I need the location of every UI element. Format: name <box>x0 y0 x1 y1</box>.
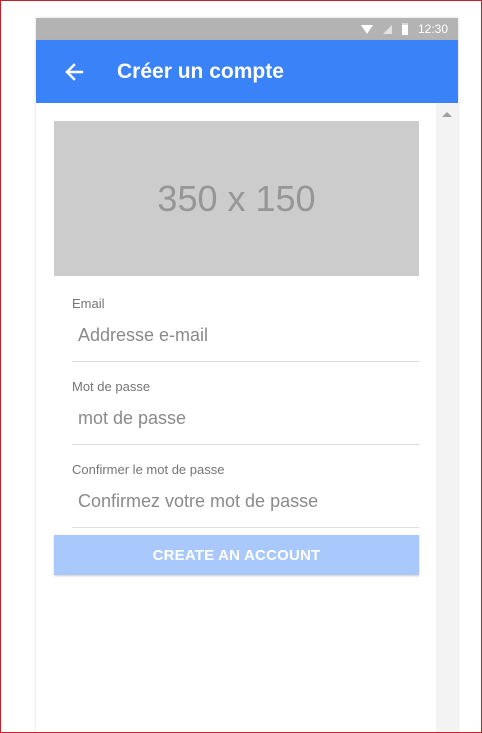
battery-icon <box>401 23 408 35</box>
arrow-left-icon <box>65 62 84 81</box>
app-bar: Créer un compte <box>36 40 458 103</box>
create-account-button[interactable]: CREATE AN ACCOUNT <box>54 535 419 575</box>
back-button[interactable] <box>56 54 92 90</box>
scrollbar[interactable] <box>436 103 458 733</box>
email-label: Email <box>72 296 105 311</box>
email-field-group: Email <box>72 296 419 362</box>
email-field[interactable] <box>72 325 419 362</box>
wifi-icon <box>360 24 373 34</box>
signal-icon <box>382 24 392 34</box>
image-placeholder-text: 350 x 150 <box>157 177 316 219</box>
scroll-up-icon[interactable] <box>442 112 452 117</box>
password-field[interactable] <box>72 408 419 445</box>
confirm-password-label: Confirmer le mot de passe <box>72 462 225 477</box>
image-placeholder: 350 x 150 <box>54 121 419 276</box>
phone-screen: 12:30 Créer un compte 350 x 150 Email Mo… <box>36 18 458 733</box>
password-field-group: Mot de passe <box>72 379 419 445</box>
password-label: Mot de passe <box>72 379 151 394</box>
confirm-password-field-group: Confirmer le mot de passe <box>72 462 419 528</box>
page-title: Créer un compte <box>117 59 284 83</box>
status-time: 12:30 <box>417 22 448 36</box>
confirm-password-field[interactable] <box>72 491 419 528</box>
status-bar: 12:30 <box>36 18 458 40</box>
form-content: 350 x 150 Email Mot de passe Confirmer l… <box>36 103 436 733</box>
